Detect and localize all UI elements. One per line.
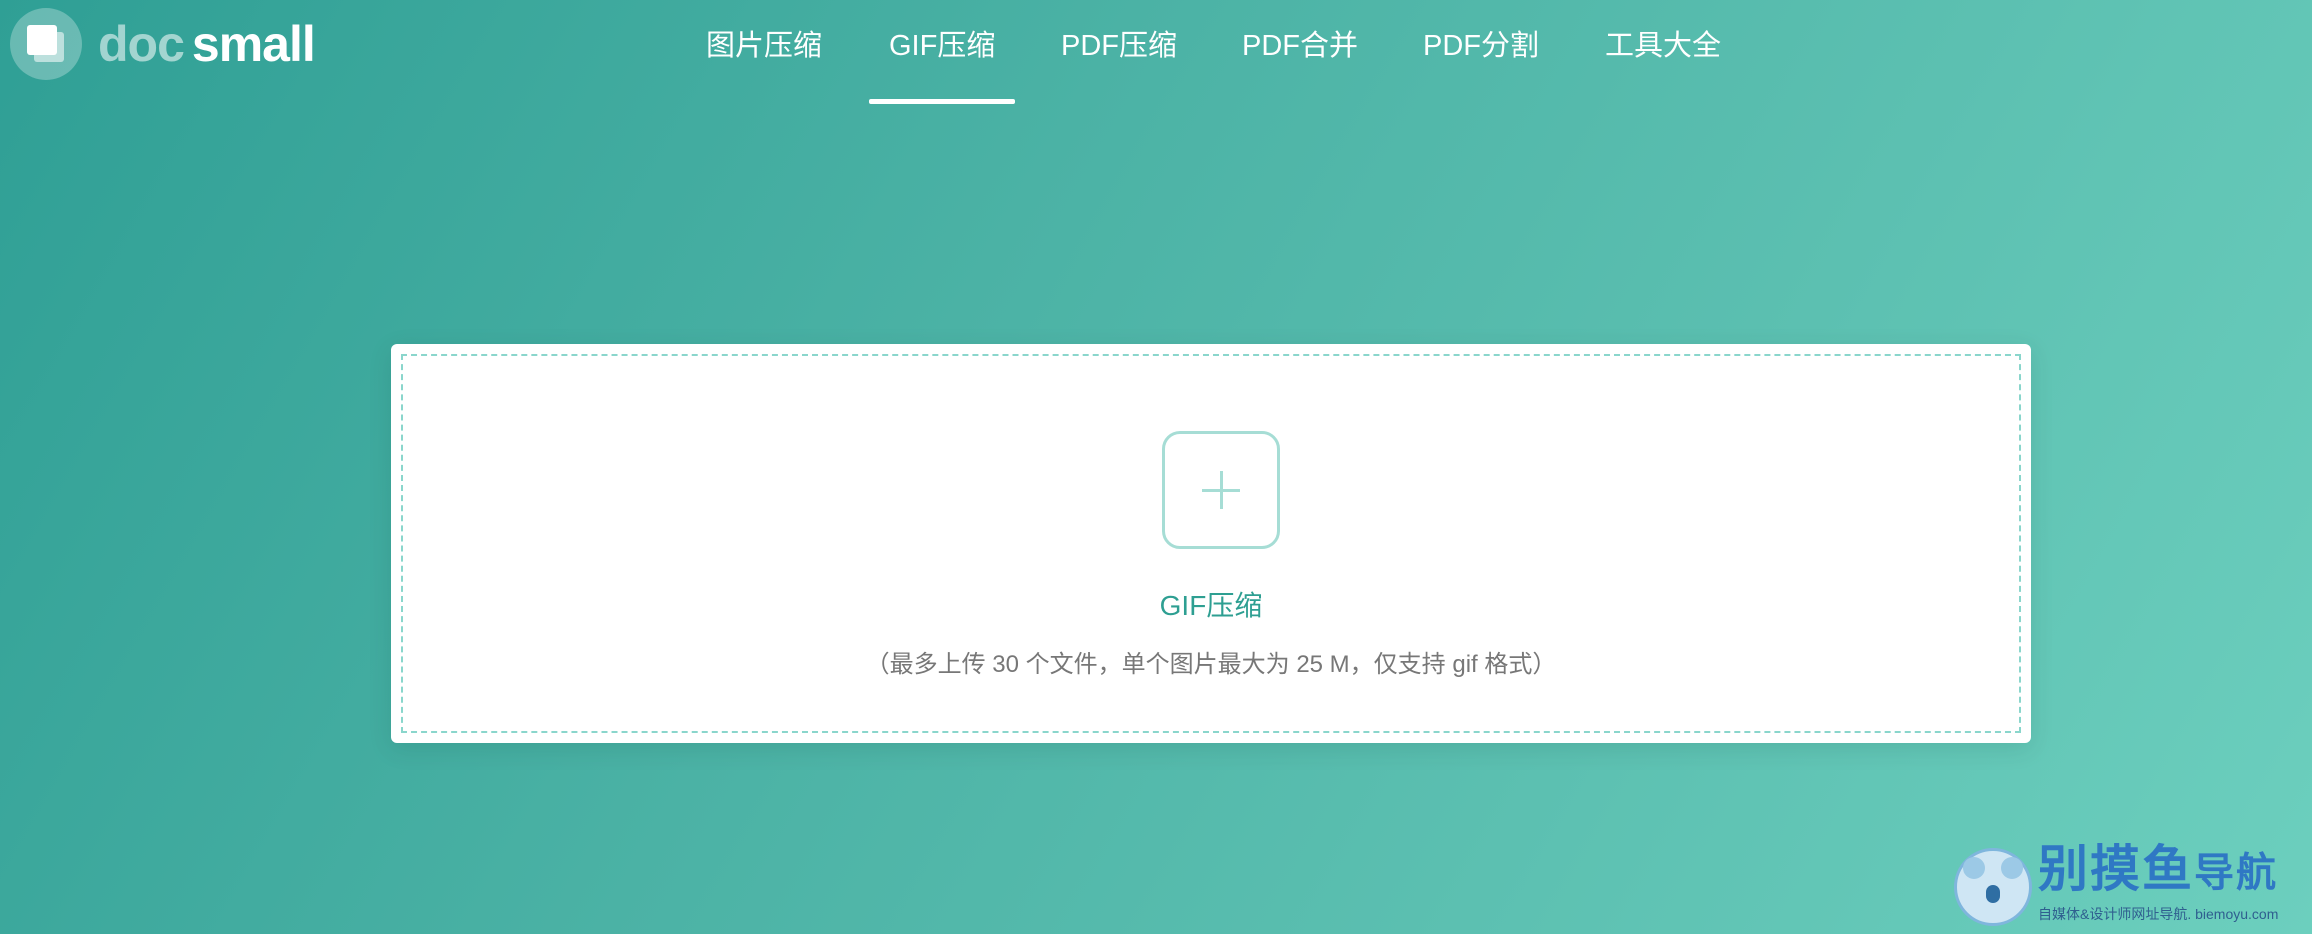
watermark-logo: 别摸鱼导航 自媒体&设计师网址导航. biemoyu.com [1954,838,2294,928]
upload-dropzone[interactable]: GIF压缩 （最多上传 30 个文件，单个图片最大为 25 M，仅支持 gif … [401,354,2021,733]
watermark-title-suffix: 导航 [2194,851,2278,895]
upload-subtitle: （最多上传 30 个文件，单个图片最大为 25 M，仅支持 gif 格式） [865,651,1557,678]
watermark-subtitle: 自媒体&设计师网址导航. biemoyu.com [2038,906,2279,922]
nav-pdf-compress[interactable]: PDF压缩 [1061,22,1177,104]
nav-image-compress[interactable]: 图片压缩 [706,22,822,104]
nav-pdf-split[interactable]: PDF分割 [1423,22,1539,104]
koala-icon [1954,848,2032,926]
main-nav: 图片压缩 GIF压缩 PDF压缩 PDF合并 PDF分割 工具大全 [0,0,2312,104]
nav-all-tools[interactable]: 工具大全 [1605,22,1721,104]
plus-icon[interactable] [1162,431,1280,549]
upload-title: GIF压缩 [1159,590,1263,621]
watermark-title: 别摸鱼导航 [2038,844,2278,894]
watermark-title-main: 别摸鱼 [2038,841,2194,897]
nav-pdf-merge[interactable]: PDF合并 [1242,22,1358,104]
upload-card: GIF压缩 （最多上传 30 个文件，单个图片最大为 25 M，仅支持 gif … [391,344,2031,743]
nav-gif-compress[interactable]: GIF压缩 [868,22,1016,104]
